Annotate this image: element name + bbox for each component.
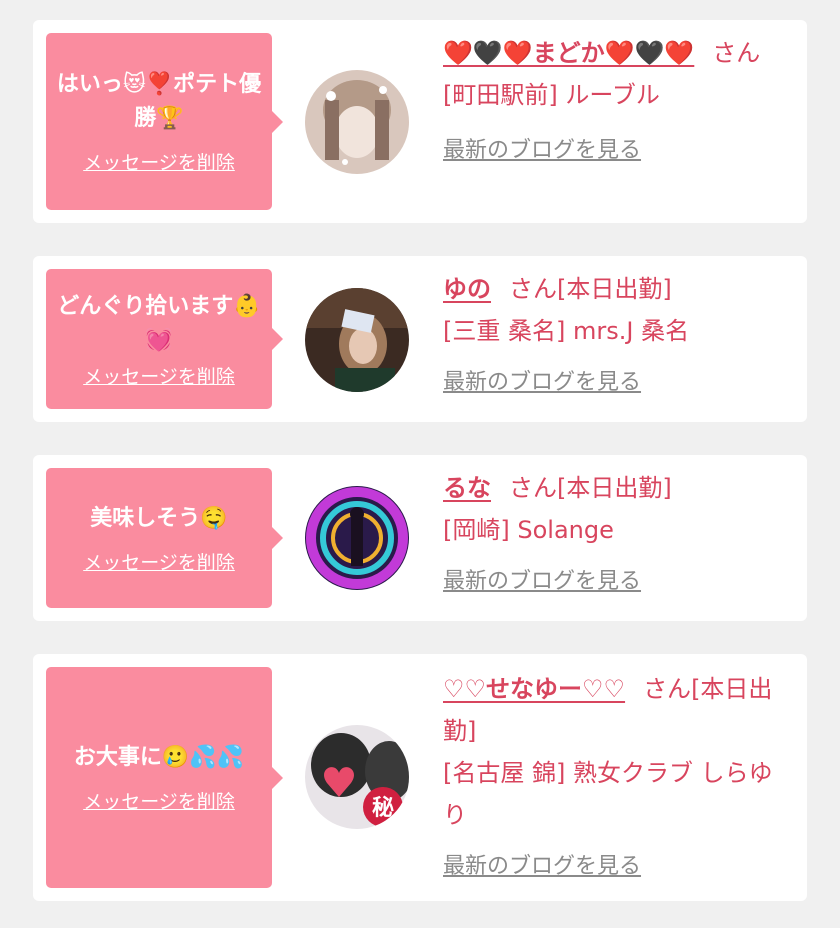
girl-name-link[interactable]: るな [443, 474, 491, 502]
girl-name-link[interactable]: ゆの [443, 275, 491, 303]
avatar-photo: 秘 [305, 725, 409, 829]
message-text: どんぐり拾います👶💓 [57, 293, 261, 353]
message-text: 美味しそう🤤 [90, 505, 228, 531]
message-card: 美味しそう🤤 メッセージを削除 るな さん[本日出勤] [岡崎] Solange … [33, 455, 807, 621]
latest-blog-link[interactable]: 最新のブログを見る [443, 362, 641, 404]
name-line: ♡♡せなゆー♡♡ さん[本日出勤] [443, 668, 791, 752]
delete-message-link[interactable]: メッセージを削除 [83, 787, 235, 814]
message-bubble: はいっ😻❣️ポテト優勝🏆 メッセージを削除 [46, 33, 283, 210]
delete-message-link[interactable]: メッセージを削除 [83, 148, 235, 175]
shop-label: [名古屋 錦] 熟女クラブ しらゆり [443, 759, 773, 829]
avatar-photo [305, 486, 409, 590]
name-line: ❤️🖤❤️まどか❤️🖤❤️ さん [443, 32, 791, 74]
shop-label: [町田駅前] ルーブル [443, 81, 660, 109]
message-bubble: どんぐり拾います👶💓 メッセージを削除 [46, 269, 283, 409]
shop-label: [岡崎] Solange [443, 516, 614, 544]
girl-info: ❤️🖤❤️まどか❤️🖤❤️ さん [町田駅前] ルーブル 最新のブログを見る [443, 32, 791, 172]
avatar-photo [305, 288, 409, 392]
delete-message-link[interactable]: メッセージを削除 [83, 548, 235, 575]
name-suffix: さん [509, 275, 557, 303]
shop-label: [三重 桑名] mrs.J 桑名 [443, 317, 690, 345]
message-bubble: お大事に🥲💦💦 メッセージを削除 [46, 667, 283, 888]
name-suffix: さん [643, 675, 692, 703]
name-suffix: さん [712, 39, 761, 67]
delete-message-link[interactable]: メッセージを削除 [83, 362, 235, 389]
message-card: お大事に🥲💦💦 メッセージを削除 秘 ♡♡せなゆー♡♡ さん[本日出勤] [名古屋… [33, 654, 807, 901]
name-line: るな さん[本日出勤] [443, 467, 791, 509]
girl-info: ♡♡せなゆー♡♡ さん[本日出勤] [名古屋 錦] 熟女クラブ しらゆり 最新のブ… [443, 668, 791, 888]
avatar[interactable] [305, 486, 409, 590]
message-text: お大事に🥲💦💦 [73, 745, 245, 770]
svg-text:秘: 秘 [372, 795, 394, 821]
name-suffix: さん [509, 474, 557, 502]
latest-blog-link[interactable]: 最新のブログを見る [443, 846, 641, 888]
name-line: ゆの さん[本日出勤] [443, 268, 791, 310]
message-text: はいっ😻❣️ポテト優勝🏆 [56, 72, 262, 131]
girl-name-link[interactable]: ❤️🖤❤️まどか❤️🖤❤️ [443, 39, 694, 67]
status-label: [本日出勤] [557, 474, 672, 502]
status-label: [本日出勤] [557, 275, 672, 303]
avatar[interactable] [305, 70, 409, 174]
avatar[interactable] [305, 288, 409, 392]
girl-info: るな さん[本日出勤] [岡崎] Solange 最新のブログを見る [443, 467, 791, 603]
latest-blog-link[interactable]: 最新のブログを見る [443, 130, 641, 172]
message-bubble: 美味しそう🤤 メッセージを削除 [46, 468, 283, 608]
girl-info: ゆの さん[本日出勤] [三重 桑名] mrs.J 桑名 最新のブログを見る [443, 268, 791, 404]
avatar[interactable]: 秘 [305, 725, 409, 829]
message-card: どんぐり拾います👶💓 メッセージを削除 ゆの さん[本日出勤] [三重 桑名] m… [33, 256, 807, 422]
avatar-photo [305, 70, 409, 174]
message-card: はいっ😻❣️ポテト優勝🏆 メッセージを削除 ❤️🖤❤️まどか❤️🖤❤️ さん [町… [33, 20, 807, 223]
girl-name-link[interactable]: ♡♡せなゆー♡♡ [443, 675, 625, 703]
latest-blog-link[interactable]: 最新のブログを見る [443, 561, 641, 603]
